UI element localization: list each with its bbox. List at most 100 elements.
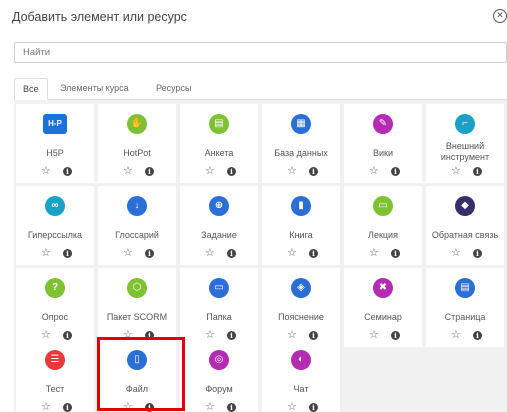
- lesson-icon: ▭: [373, 196, 393, 216]
- info-icon[interactable]: i: [227, 167, 236, 176]
- h5p-icon: H-P: [43, 114, 67, 134]
- tab-resources[interactable]: Ресурсы: [148, 78, 200, 100]
- page-icon: ▤: [455, 278, 475, 298]
- activity-tile[interactable]: ▭ Лекция ☆ i: [344, 186, 422, 265]
- activity-label: Страница: [444, 312, 486, 322]
- activity-tile[interactable]: H-P H5P ☆ i: [16, 104, 94, 183]
- activity-label: Папка: [206, 312, 232, 322]
- info-icon[interactable]: i: [473, 331, 482, 340]
- info-icon[interactable]: i: [63, 403, 72, 412]
- link-icon: ∞: [45, 196, 65, 216]
- chat-icon: ◐: [291, 350, 311, 370]
- info-icon[interactable]: i: [309, 331, 318, 340]
- activity-tile[interactable]: ✎ Вики ☆ i: [344, 104, 422, 183]
- activity-tile[interactable]: ◐ Чат ☆ i: [262, 340, 340, 412]
- dialog-header: Добавить элемент или ресурс ✕: [12, 8, 507, 30]
- tab-activities[interactable]: Элементы курса: [52, 78, 137, 100]
- activity-tile[interactable]: ◈ Пояснение ☆ i: [262, 268, 340, 347]
- info-icon[interactable]: i: [227, 403, 236, 412]
- info-icon[interactable]: i: [391, 167, 400, 176]
- activity-label: HotPot: [123, 148, 151, 158]
- star-icon[interactable]: ☆: [41, 402, 51, 412]
- close-icon[interactable]: ✕: [493, 9, 507, 23]
- feedback-icon: ◆: [455, 196, 475, 216]
- activity-tile[interactable]: ∞ Гиперссылка ☆ i: [16, 186, 94, 265]
- info-icon[interactable]: i: [227, 249, 236, 258]
- star-icon[interactable]: ☆: [369, 166, 379, 177]
- activity-tile[interactable]: ↓ Глоссарий ☆ i: [98, 186, 176, 265]
- star-icon[interactable]: ☆: [287, 248, 297, 259]
- info-icon[interactable]: i: [309, 167, 318, 176]
- quiz-icon: ☰: [45, 350, 65, 370]
- info-icon[interactable]: i: [309, 249, 318, 258]
- tile-actions: ☆ i: [262, 166, 340, 178]
- info-icon[interactable]: i: [473, 167, 482, 176]
- activity-tile[interactable]: ⌐ Внешний инструмент ☆ i: [426, 104, 504, 183]
- star-icon[interactable]: ☆: [205, 402, 215, 412]
- info-icon[interactable]: i: [391, 331, 400, 340]
- star-icon[interactable]: ☆: [123, 166, 133, 177]
- star-icon[interactable]: ☆: [369, 330, 379, 341]
- star-icon[interactable]: ☆: [123, 248, 133, 259]
- activity-label: Пояснение: [278, 312, 324, 322]
- activity-label: Тест: [45, 384, 65, 394]
- external-tool-icon: ⌐: [455, 114, 475, 134]
- activity-tile[interactable]: ◆ Обратная связь ☆ i: [426, 186, 504, 265]
- label-icon: ◈: [291, 278, 311, 298]
- glossary-icon: ↓: [127, 196, 147, 216]
- activity-tile[interactable]: ⬡ Пакет SCORM ☆ i: [98, 268, 176, 347]
- tile-actions: ☆ i: [180, 248, 258, 260]
- tile-actions: ☆ i: [426, 166, 504, 178]
- star-icon[interactable]: ☆: [451, 330, 461, 341]
- star-icon[interactable]: ☆: [205, 248, 215, 259]
- dialog-title: Добавить элемент или ресурс: [12, 10, 187, 24]
- activity-label: Анкета: [204, 148, 234, 158]
- activity-tile[interactable]: ◎ Форум ☆ i: [180, 340, 258, 412]
- star-icon[interactable]: ☆: [205, 166, 215, 177]
- info-icon[interactable]: i: [63, 167, 72, 176]
- activity-label: Задание: [201, 230, 237, 240]
- activity-tile[interactable]: ? Опрос ☆ i: [16, 268, 94, 347]
- activity-tile[interactable]: ▮ Книга ☆ i: [262, 186, 340, 265]
- highlight-frame: [97, 337, 185, 411]
- activity-label: Лекция: [368, 230, 398, 240]
- activity-label: H5P: [46, 148, 64, 158]
- tile-actions: ☆ i: [16, 248, 94, 260]
- activity-tile[interactable]: ✋ HotPot ☆ i: [98, 104, 176, 183]
- tab-all[interactable]: Все: [14, 78, 48, 100]
- hotpot-icon: ✋: [127, 114, 147, 134]
- activity-tile[interactable]: ▦ База данных ☆ i: [262, 104, 340, 183]
- tile-actions: ☆ i: [262, 248, 340, 260]
- activity-label: Книга: [289, 230, 313, 240]
- items-grid: H-P H5P ☆ i ✋ HotPot ☆ i ▤ Анкета ☆ i ▦ База данных ☆ i…: [14, 100, 507, 412]
- activity-label: Вики: [373, 148, 393, 158]
- info-icon[interactable]: i: [309, 403, 318, 412]
- activity-label: Опрос: [41, 312, 69, 322]
- activity-tile[interactable]: ▭ Папка ☆ i: [180, 268, 258, 347]
- activity-label: Пакет SCORM: [106, 312, 168, 322]
- star-icon[interactable]: ☆: [41, 166, 51, 177]
- activity-tile[interactable]: ☰ Тест ☆ i: [16, 340, 94, 412]
- star-icon[interactable]: ☆: [41, 248, 51, 259]
- activity-tile[interactable]: ▤ Анкета ☆ i: [180, 104, 258, 183]
- wiki-icon: ✎: [373, 114, 393, 134]
- star-icon[interactable]: ☆: [451, 166, 461, 177]
- workshop-icon: ✖: [373, 278, 393, 298]
- tile-actions: ☆ i: [344, 248, 422, 260]
- activity-tile[interactable]: ⊕ Задание ☆ i: [180, 186, 258, 265]
- star-icon[interactable]: ☆: [287, 166, 297, 177]
- assignment-icon: ⊕: [209, 196, 229, 216]
- info-icon[interactable]: i: [63, 331, 72, 340]
- activity-tile[interactable]: ▤ Страница ☆ i: [426, 268, 504, 347]
- info-icon[interactable]: i: [145, 167, 154, 176]
- info-icon[interactable]: i: [473, 249, 482, 258]
- activity-tile[interactable]: ✖ Семинар ☆ i: [344, 268, 422, 347]
- star-icon[interactable]: ☆: [287, 402, 297, 412]
- star-icon[interactable]: ☆: [451, 248, 461, 259]
- info-icon[interactable]: i: [63, 249, 72, 258]
- star-icon[interactable]: ☆: [369, 248, 379, 259]
- search-input[interactable]: [14, 42, 507, 63]
- info-icon[interactable]: i: [145, 249, 154, 258]
- info-icon[interactable]: i: [391, 249, 400, 258]
- info-icon[interactable]: i: [227, 331, 236, 340]
